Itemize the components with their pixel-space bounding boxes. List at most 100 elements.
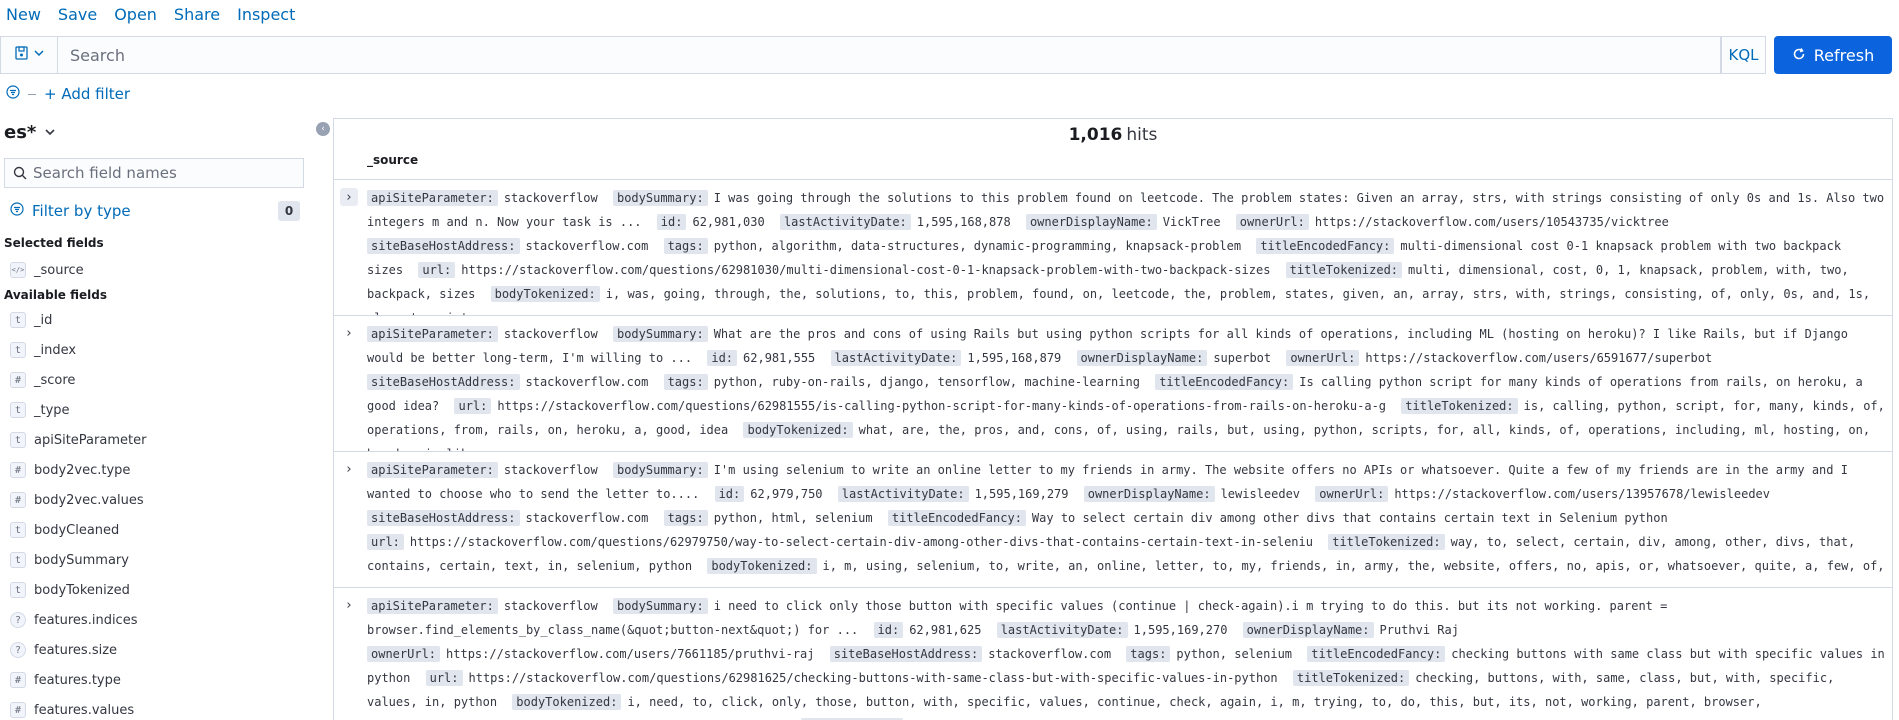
field-value: 1,595,168,879 (967, 351, 1062, 365)
field-value: 1,595,168,878 (916, 215, 1011, 229)
field-item[interactable]: # features.values (10, 700, 134, 720)
index-pattern-name: es* (4, 122, 37, 143)
expand-row-chevron-icon[interactable]: › (340, 188, 358, 206)
new-link[interactable]: New (6, 5, 41, 24)
field-item[interactable]: t apiSiteParameter (10, 430, 146, 450)
field-key: ownerUrl: (1235, 214, 1309, 230)
saved-query-button[interactable] (0, 36, 58, 74)
field-key: siteBaseHostAddress: (367, 374, 520, 390)
field-value: 62,981,030 (692, 215, 765, 229)
field-value: https://stackoverflow.com/questions/6298… (468, 671, 1278, 685)
field-value: stackoverflow (503, 191, 598, 205)
field-key: titleTokenized: (1285, 262, 1403, 278)
document-source: apiSiteParameter: stackoverflow bodySumma… (367, 186, 1887, 315)
field-item[interactable]: </> _source (10, 260, 84, 280)
field-item[interactable]: t bodySummary (10, 550, 129, 570)
field-key: ownerUrl: (367, 646, 441, 662)
number-type-icon: # (10, 372, 26, 388)
filter-by-type-label: Filter by type (32, 202, 131, 220)
field-key: titleTokenized: (1401, 398, 1518, 414)
field-value: stackoverflow.com (525, 239, 649, 253)
save-link[interactable]: Save (58, 5, 97, 24)
search-input[interactable] (58, 37, 1720, 73)
document-source: apiSiteParameter: stackoverflow bodySumma… (367, 458, 1887, 587)
field-item[interactable]: t _id (10, 310, 52, 330)
expand-row-chevron-icon[interactable]: › (340, 460, 358, 478)
field-item[interactable]: # body2vec.values (10, 490, 144, 510)
number-type-icon: # (10, 492, 26, 508)
field-key: id: (714, 486, 745, 502)
hits-count: 1,016 (1068, 125, 1123, 145)
field-key: ownerDisplayName: (1076, 350, 1208, 366)
field-key: titleEncodedFancy: (1155, 374, 1294, 390)
field-key: bodyTokenized: (490, 286, 600, 302)
string-type-icon: t (10, 552, 26, 568)
field-value: https://stackoverflow.com/questions/6297… (409, 535, 1313, 549)
string-type-icon: t (10, 342, 26, 358)
field-item[interactable]: t bodyCleaned (10, 520, 119, 540)
field-name: body2vec.type (34, 462, 131, 478)
field-key: lastActivityDate: (830, 350, 962, 366)
filter-options-icon[interactable] (6, 85, 20, 103)
field-value: 1,595,169,279 (974, 487, 1069, 501)
field-item[interactable]: # body2vec.type (10, 460, 130, 480)
chevron-down-icon (33, 47, 45, 63)
hits-label: hits (1126, 125, 1158, 145)
field-key: bodySummary: (612, 462, 708, 478)
field-key: siteBaseHostAddress: (367, 510, 520, 526)
field-item[interactable]: ? features.indices (10, 610, 137, 630)
field-key: tags: (1126, 646, 1171, 662)
field-key: tags: (663, 510, 708, 526)
refresh-button[interactable]: Refresh (1774, 36, 1892, 74)
kql-toggle-button[interactable]: KQL (1721, 36, 1766, 74)
field-name: _index (34, 342, 77, 358)
index-pattern-selector[interactable]: es* (4, 122, 56, 143)
field-key: titleEncodedFancy: (1307, 646, 1446, 662)
selected-fields-heading: Selected fields (4, 236, 104, 250)
field-name: apiSiteParameter (34, 432, 147, 448)
field-name: _source (34, 262, 84, 278)
field-value: stackoverflow (503, 463, 598, 477)
filter-separator (28, 93, 36, 95)
source-type-icon: </> (10, 262, 26, 278)
field-value: stackoverflow.com (525, 375, 649, 389)
filter-by-type-button[interactable]: Filter by type 0 (10, 200, 300, 222)
inspect-link[interactable]: Inspect (237, 5, 295, 24)
filter-count-badge: 0 (278, 201, 300, 221)
field-value: 62,981,555 (743, 351, 816, 365)
field-item[interactable]: t _index (10, 340, 76, 360)
field-value: python, algorithm, data-structures, dyna… (713, 239, 1242, 253)
field-item[interactable]: # _score (10, 370, 75, 390)
saved-query-icon (14, 45, 30, 65)
field-search-input[interactable] (27, 159, 303, 187)
number-type-icon: # (10, 672, 26, 688)
add-filter-button[interactable]: + Add filter (44, 85, 130, 103)
search-icon (13, 166, 27, 180)
string-type-icon: t (10, 432, 26, 448)
open-link[interactable]: Open (114, 5, 157, 24)
string-type-icon: t (10, 312, 26, 328)
field-key: url: (367, 534, 404, 550)
field-item[interactable]: ? features.size (10, 640, 117, 660)
field-item[interactable]: t bodyTokenized (10, 580, 130, 600)
refresh-label: Refresh (1813, 45, 1875, 65)
unknown-type-icon: ? (10, 612, 26, 628)
field-value: lewisleedev (1220, 487, 1301, 501)
share-link[interactable]: Share (174, 5, 220, 24)
string-type-icon: t (10, 582, 26, 598)
field-key: lastActivityDate: (837, 486, 969, 502)
field-item[interactable]: t _type (10, 400, 70, 420)
field-item[interactable]: # features.type (10, 670, 121, 690)
collapse-sidebar-icon[interactable]: ‹ (316, 122, 330, 136)
hits-counter: 1,016 hits (334, 125, 1892, 145)
string-type-icon: t (10, 522, 26, 538)
field-key: ownerDisplayName: (1083, 486, 1215, 502)
field-key: apiSiteParameter: (367, 462, 498, 478)
source-column-header: _source (367, 153, 419, 167)
field-value: python, html, selenium (713, 511, 873, 525)
expand-row-chevron-icon[interactable]: › (340, 324, 358, 342)
expand-row-chevron-icon[interactable]: › (340, 596, 358, 614)
field-key: ownerUrl: (1286, 350, 1360, 366)
field-key: siteBaseHostAddress: (829, 646, 983, 662)
field-value: python, ruby-on-rails, django, tensorflo… (713, 375, 1140, 389)
